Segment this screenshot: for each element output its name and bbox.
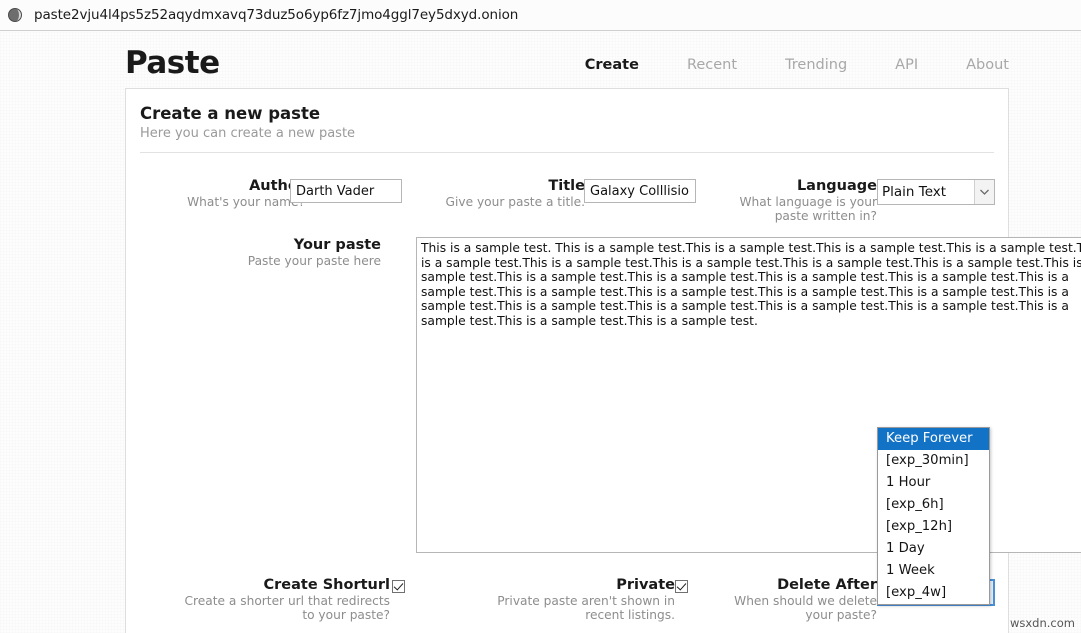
shorturl-label-block: Create Shorturl Create a shorter url tha… [180, 577, 390, 622]
watermark: wsxdn.com [1010, 616, 1075, 630]
form-row-options: Create Shorturl Create a shorter url tha… [126, 577, 1008, 633]
author-input[interactable] [290, 179, 402, 203]
main-navigation: Create Recent Trending API About [585, 57, 1009, 73]
language-label-block: Language What language is your paste wri… [712, 178, 877, 223]
title-label-block: Title Give your paste a title. [425, 178, 585, 209]
browser-url-bar: paste2vju4l4ps5z52aqydmxavq73duz5o6yp6fz… [0, 0, 1081, 31]
paste-label-block: Your paste Paste your paste here [126, 237, 381, 268]
title-label: Title [425, 178, 585, 194]
private-checkbox[interactable] [675, 580, 688, 593]
site-brand[interactable]: Paste [125, 45, 220, 81]
form-row-meta: Author What's your name? Title Give your… [126, 173, 1008, 219]
language-select[interactable]: Plain Text [877, 179, 995, 205]
nav-item-api[interactable]: API [895, 57, 918, 73]
nav-item-create[interactable]: Create [585, 57, 639, 73]
nav-item-trending[interactable]: Trending [785, 57, 847, 73]
shorturl-checkbox[interactable] [392, 580, 405, 593]
dropdown-option-1-hour[interactable]: 1 Hour [878, 472, 989, 494]
paste-label: Your paste [126, 237, 381, 253]
panel-header: Create a new paste Here you can create a… [126, 89, 1008, 141]
delete-after-label: Delete After [712, 577, 877, 593]
delete-after-hint: When should we delete your paste? [712, 594, 877, 622]
nav-item-about[interactable]: About [966, 57, 1009, 73]
title-hint: Give your paste a title. [425, 195, 585, 209]
page-subtitle: Here you can create a new paste [140, 126, 1008, 141]
private-hint: Private paste aren't shown in recent lis… [465, 594, 675, 622]
shorturl-hint: Create a shorter url that redirects to y… [180, 594, 390, 622]
language-label: Language [712, 178, 877, 194]
shorturl-label: Create Shorturl [180, 577, 390, 593]
delete-after-dropdown-list[interactable]: Keep Forever [exp_30min] 1 Hour [exp_6h]… [877, 427, 990, 605]
dropdown-option-1-week[interactable]: 1 Week [878, 560, 989, 582]
url-text[interactable]: paste2vju4l4ps5z52aqydmxavq73duz5o6yp6fz… [34, 7, 518, 23]
site-header: Paste Create Recent Trending API About [125, 45, 1009, 93]
author-label-block: Author What's your name? [145, 178, 305, 209]
dropdown-option-keep-forever[interactable]: Keep Forever [878, 428, 989, 450]
form-row-paste: Your paste Paste your paste here This is… [126, 237, 1008, 561]
dropdown-option-exp-4w[interactable]: [exp_4w] [878, 582, 989, 604]
paste-hint: Paste your paste here [126, 254, 381, 268]
panel-divider [140, 152, 994, 153]
author-hint: What's your name? [145, 195, 305, 209]
dropdown-option-exp-12h[interactable]: [exp_12h] [878, 516, 989, 538]
nav-item-recent[interactable]: Recent [687, 57, 737, 73]
language-hint: What language is your paste written in? [712, 195, 877, 223]
language-select-wrap: Plain Text [877, 179, 995, 205]
private-label-block: Private Private paste aren't shown in re… [465, 577, 675, 622]
delete-after-label-block: Delete After When should we delete your … [712, 577, 877, 622]
author-label: Author [145, 178, 305, 194]
dropdown-option-exp-6h[interactable]: [exp_6h] [878, 494, 989, 516]
dropdown-option-1-day[interactable]: 1 Day [878, 538, 989, 560]
onion-globe-icon [7, 7, 23, 23]
dropdown-option-exp-30min[interactable]: [exp_30min] [878, 450, 989, 472]
title-input[interactable] [584, 179, 696, 203]
page-title: Create a new paste [140, 104, 1008, 123]
page-content: Paste Create Recent Trending API About C… [0, 31, 1081, 633]
private-label: Private [465, 577, 675, 593]
